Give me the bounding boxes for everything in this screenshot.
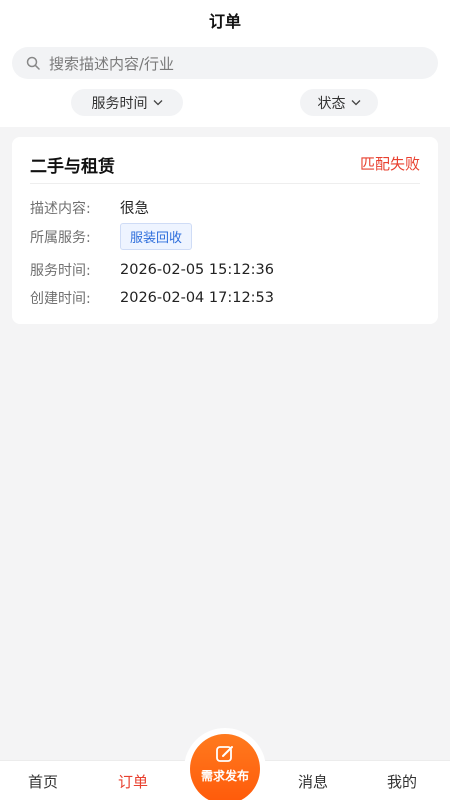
service-row: 所属服务: 服装回收: [30, 223, 193, 250]
page-title: 订单: [208, 12, 241, 31]
filter-service-time-label: 服务时间: [91, 95, 148, 112]
search-placeholder: 搜索描述内容/行业: [49, 54, 175, 73]
order-category: 二手与租赁: [30, 157, 115, 177]
created-time-row: 创建时间: 2026-02-04 17:12:53: [30, 288, 274, 308]
filter-status[interactable]: 状态: [300, 89, 378, 116]
chevron-down-icon: [153, 100, 162, 106]
chevron-down-icon: [351, 100, 360, 106]
description-label: 描述内容:: [30, 200, 91, 217]
created-time-label: 创建时间:: [30, 291, 91, 307]
publish-button[interactable]: 需求发布: [190, 734, 260, 800]
tab-home[interactable]: 首页: [28, 771, 58, 792]
tab-messages[interactable]: 消息: [298, 771, 328, 792]
search-input[interactable]: 搜索描述内容/行业: [12, 47, 438, 79]
service-label: 所属服务:: [30, 229, 91, 246]
search-icon: [26, 56, 40, 70]
tab-profile[interactable]: 我的: [387, 771, 417, 792]
created-time-value: 2026-02-04 17:12:53: [120, 290, 274, 306]
header-area: 订单 搜索描述内容/行业 服务时间 状态: [0, 0, 450, 127]
description-value: 很急: [120, 201, 149, 217]
order-status: 匹配失败: [359, 155, 420, 173]
filter-status-label: 状态: [317, 95, 346, 112]
description-row: 描述内容: 很急: [30, 197, 149, 218]
card-divider: [30, 183, 420, 184]
tab-orders[interactable]: 订单: [118, 771, 148, 792]
publish-label: 需求发布: [200, 769, 249, 783]
order-card[interactable]: 二手与租赁 匹配失败 描述内容: 很急 所属服务: 服装回收 服务时间: 202…: [12, 137, 438, 324]
service-time-row: 服务时间: 2026-02-05 15:12:36: [30, 260, 274, 280]
service-tag: 服装回收: [120, 223, 193, 250]
service-time-value: 2026-02-05 15:12:36: [120, 262, 274, 278]
service-time-label: 服务时间:: [30, 263, 91, 279]
edit-icon: [216, 746, 233, 762]
filter-service-time[interactable]: 服务时间: [71, 89, 183, 116]
